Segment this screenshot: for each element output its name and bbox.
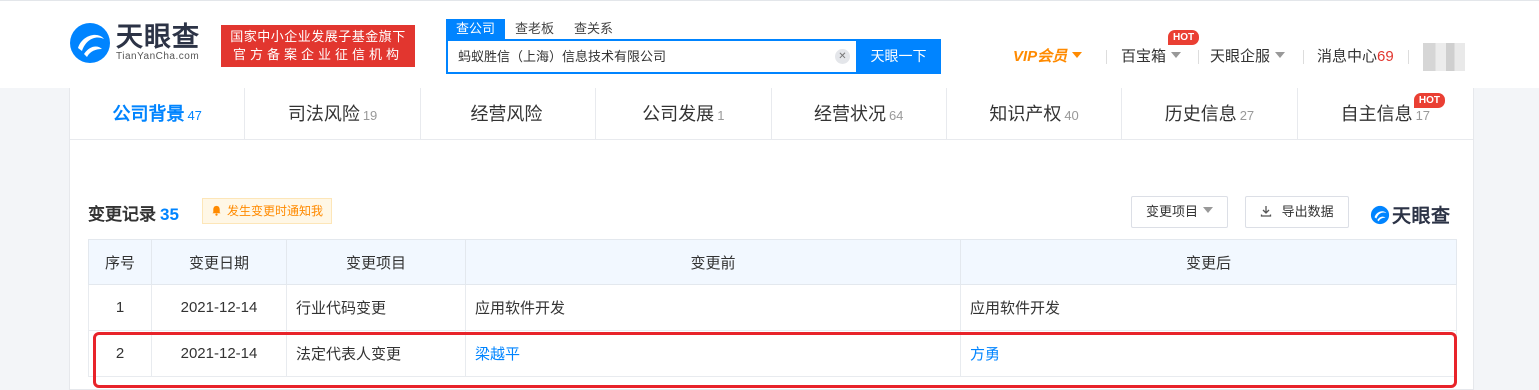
- tab-count: 17: [1415, 108, 1431, 123]
- tab-count: 64: [888, 108, 904, 123]
- notify-label: 发生变更时通知我: [227, 204, 324, 218]
- tab-history[interactable]: 历史信息 27: [1122, 88, 1298, 139]
- section-count: 35: [160, 205, 179, 224]
- tab-label: 历史信息: [1164, 104, 1237, 124]
- chevron-down-icon: [1171, 52, 1182, 58]
- vip-label: VIP会员: [1013, 48, 1068, 65]
- table-row: 2 2021-12-14 法定代表人变更 梁越平 方勇: [88, 330, 1457, 377]
- divider: [1303, 50, 1304, 64]
- vip-menu[interactable]: VIP会员: [1013, 45, 1083, 69]
- hot-badge: HOT: [1413, 93, 1445, 108]
- tab-count: 1: [717, 108, 725, 123]
- tab-count: 19: [362, 108, 378, 123]
- tab-label: 公司发展: [642, 104, 715, 124]
- section-title: 变更记录 35: [88, 200, 179, 225]
- hot-badge: HOT: [1168, 30, 1200, 45]
- tab-label: 自主信息: [1340, 104, 1413, 124]
- site-logo[interactable]: 天眼查 TianYanCha.com: [68, 21, 200, 65]
- badge-line-2: 官方备案企业征信机构: [232, 47, 403, 62]
- tab-count: 40: [1064, 108, 1079, 123]
- tab-self-info[interactable]: 自主信息 17 HOT: [1298, 88, 1473, 139]
- tab-label: 经营风险: [470, 104, 543, 124]
- tab-label: 公司背景: [112, 104, 185, 124]
- chevron-down-icon: [1203, 207, 1214, 213]
- tianyancha-logo-icon: [1370, 205, 1390, 224]
- badge-line-1: 国家中小企业发展子基金旗下: [230, 29, 406, 44]
- cell-change-item: 法定代表人变更: [286, 330, 466, 377]
- category-tabs: 公司背景 47 司法风险 19 经营风险 公司发展 1 经营状况 64 知识产权 40 历…: [70, 88, 1473, 140]
- change-records-table: 序号 变更日期 变更项目 变更前 变更后 1 2021-12-14 行业代码变更…: [88, 239, 1457, 377]
- cell-date: 2021-12-14: [151, 284, 287, 331]
- cell-date: 2021-12-14: [151, 330, 287, 377]
- logo-subtitle: TianYanCha.com: [116, 51, 200, 62]
- tab-label: 知识产权: [989, 104, 1062, 124]
- column-header: 变更日期: [151, 239, 287, 285]
- top-header: 天眼查 TianYanCha.com 国家中小企业发展子基金旗下 官方备案企业征…: [0, 0, 1539, 88]
- search-input[interactable]: 蚂蚁胜信（上海）信息技术有限公司 ✕: [446, 39, 856, 74]
- search-input-value: 蚂蚁胜信（上海）信息技术有限公司: [458, 49, 667, 64]
- company-detail-card: 公司背景 47 司法风险 19 经营风险 公司发展 1 经营状况 64 知识产权 40 历…: [69, 88, 1474, 390]
- tab-count: 27: [1239, 108, 1255, 123]
- toolbox-label: 百宝箱: [1121, 48, 1167, 65]
- divider: [1408, 50, 1409, 64]
- bell-icon: [212, 205, 221, 216]
- tab-business-risk[interactable]: 经营风险: [421, 88, 597, 139]
- tab-company-development[interactable]: 公司发展 1: [596, 88, 772, 139]
- official-badge: 国家中小企业发展子基金旗下 官方备案企业征信机构: [221, 25, 415, 67]
- message-center-link[interactable]: 消息中心69: [1317, 45, 1394, 69]
- export-label: 导出数据: [1281, 204, 1334, 219]
- filter-label: 变更项目: [1146, 204, 1199, 219]
- column-header: 变更项目: [286, 239, 466, 285]
- search-tab-company[interactable]: 查公司: [446, 19, 506, 39]
- tab-legal-risk[interactable]: 司法风险 19: [245, 88, 421, 139]
- download-icon: [1260, 206, 1272, 217]
- tab-intellectual-property[interactable]: 知识产权 40: [947, 88, 1123, 139]
- chevron-down-icon: [1275, 52, 1286, 58]
- column-header: 变更后: [960, 239, 1457, 285]
- logo-title: 天眼查: [116, 22, 200, 52]
- cell-change-item: 行业代码变更: [286, 284, 466, 331]
- brand-watermark: 天眼查: [1370, 201, 1451, 228]
- export-data-button[interactable]: 导出数据: [1245, 196, 1349, 228]
- cell-after-person-link[interactable]: 方勇: [960, 330, 1457, 377]
- section-title-label: 变更记录: [88, 205, 156, 224]
- divider: [1198, 50, 1199, 64]
- tab-label: 经营状况: [813, 104, 886, 124]
- change-item-filter[interactable]: 变更项目: [1131, 196, 1229, 228]
- cell-index: 1: [88, 284, 152, 331]
- search-tab-relation[interactable]: 查关系: [564, 19, 623, 39]
- message-center-label: 消息中心: [1317, 48, 1378, 65]
- tab-operating-status[interactable]: 经营状况 64: [772, 88, 947, 139]
- tab-count: 47: [187, 108, 202, 123]
- tab-label: 司法风险: [287, 104, 360, 124]
- tianyancha-logo-icon: [70, 23, 110, 63]
- divider: [1106, 50, 1107, 64]
- cell-after: 应用软件开发: [960, 284, 1457, 331]
- cell-index: 2: [88, 330, 152, 377]
- search-button[interactable]: 天眼一下: [856, 39, 941, 74]
- chevron-down-icon: [1072, 52, 1083, 58]
- clear-icon[interactable]: ✕: [835, 49, 850, 64]
- enterprise-service-label: 天眼企服: [1210, 48, 1271, 65]
- cell-before: 应用软件开发: [465, 284, 961, 331]
- enterprise-service-menu[interactable]: 天眼企服: [1210, 45, 1286, 69]
- cell-before-person-link[interactable]: 梁越平: [465, 330, 961, 377]
- column-header: 变更前: [465, 239, 961, 285]
- message-count: 69: [1377, 48, 1394, 65]
- table-header-row: 序号 变更日期 变更项目 变更前 变更后: [88, 239, 1457, 285]
- tab-company-background[interactable]: 公司背景 47: [70, 88, 246, 139]
- column-header: 序号: [88, 239, 152, 285]
- brand-text: 天眼查: [1392, 206, 1451, 227]
- notify-me-button[interactable]: 发生变更时通知我: [202, 198, 333, 224]
- toolbox-menu[interactable]: 百宝箱: [1121, 45, 1182, 69]
- table-row: 1 2021-12-14 行业代码变更 应用软件开发 应用软件开发: [88, 284, 1457, 331]
- avatar[interactable]: [1423, 43, 1465, 71]
- search-type-tabs: 查公司 查老板 查关系: [446, 19, 623, 39]
- search-tab-boss[interactable]: 查老板: [505, 19, 564, 39]
